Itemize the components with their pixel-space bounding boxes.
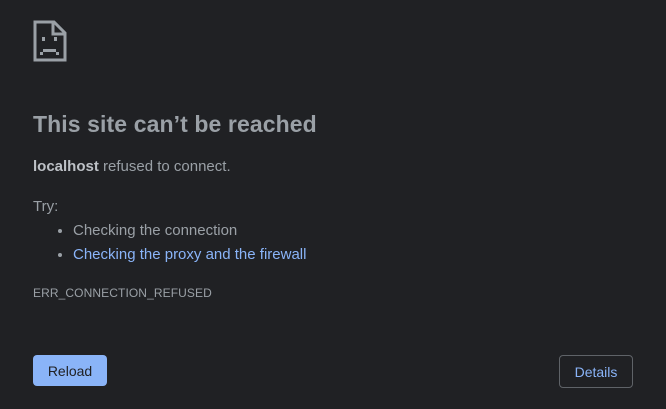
try-label: Try: bbox=[33, 198, 59, 215]
error-summary-text: refused to connect. bbox=[98, 158, 231, 175]
error-summary: localhost refused to connect. bbox=[33, 158, 231, 175]
suggestion-check-proxy-firewall: Checking the proxy and the firewall bbox=[73, 243, 306, 267]
sad-page-icon bbox=[33, 20, 67, 62]
page-title: This site can’t be reached bbox=[33, 111, 317, 137]
host-name: localhost bbox=[33, 158, 99, 175]
details-button[interactable]: Details bbox=[559, 355, 633, 388]
check-proxy-firewall-link[interactable]: Checking the proxy and the firewall bbox=[73, 246, 306, 263]
suggestions-list: Checking the connection Checking the pro… bbox=[33, 219, 306, 267]
error-page: This site can’t be reached localhost ref… bbox=[0, 0, 666, 409]
reload-button[interactable]: Reload bbox=[33, 355, 107, 386]
error-code: ERR_CONNECTION_REFUSED bbox=[33, 286, 212, 300]
suggestion-check-connection: Checking the connection bbox=[73, 219, 306, 243]
